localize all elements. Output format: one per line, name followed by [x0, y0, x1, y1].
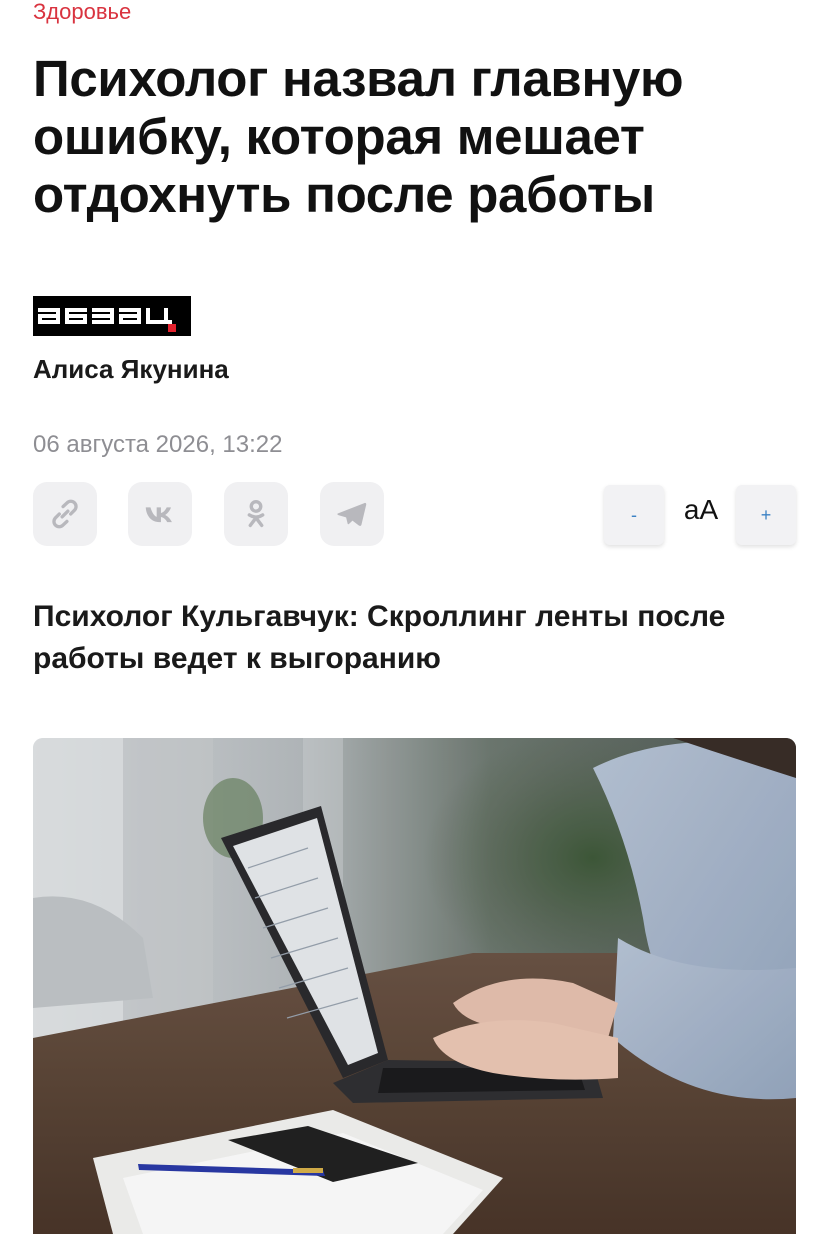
copy-link-button[interactable]	[33, 482, 97, 546]
publish-datetime: 06 августа 2026, 13:22	[33, 431, 283, 458]
telegram-icon	[337, 502, 367, 526]
vk-icon	[145, 507, 172, 523]
category-link[interactable]: Здоровье	[33, 0, 131, 24]
odnoklassniki-icon	[247, 499, 265, 528]
font-decrease-button[interactable]: -	[604, 485, 664, 545]
share-telegram-button[interactable]	[320, 482, 384, 546]
article-page: Здоровье Психолог назвал главную ошибку,…	[0, 0, 828, 1234]
article-lead: Психолог Кульгавчук: Скроллинг ленты пос…	[33, 600, 726, 675]
article-headline: Психолог назвал главную ошибку, которая …	[33, 50, 684, 223]
share-vk-button[interactable]	[128, 482, 192, 546]
author-name[interactable]: Алиса Якунина	[33, 354, 229, 385]
source-logo[interactable]	[33, 296, 191, 336]
article-photo	[33, 738, 796, 1234]
share-ok-button[interactable]	[224, 482, 288, 546]
font-size-label: аА	[683, 494, 719, 525]
font-increase-button[interactable]: +	[736, 485, 796, 545]
link-icon	[52, 499, 78, 529]
abzac-logo-icon	[33, 296, 191, 336]
